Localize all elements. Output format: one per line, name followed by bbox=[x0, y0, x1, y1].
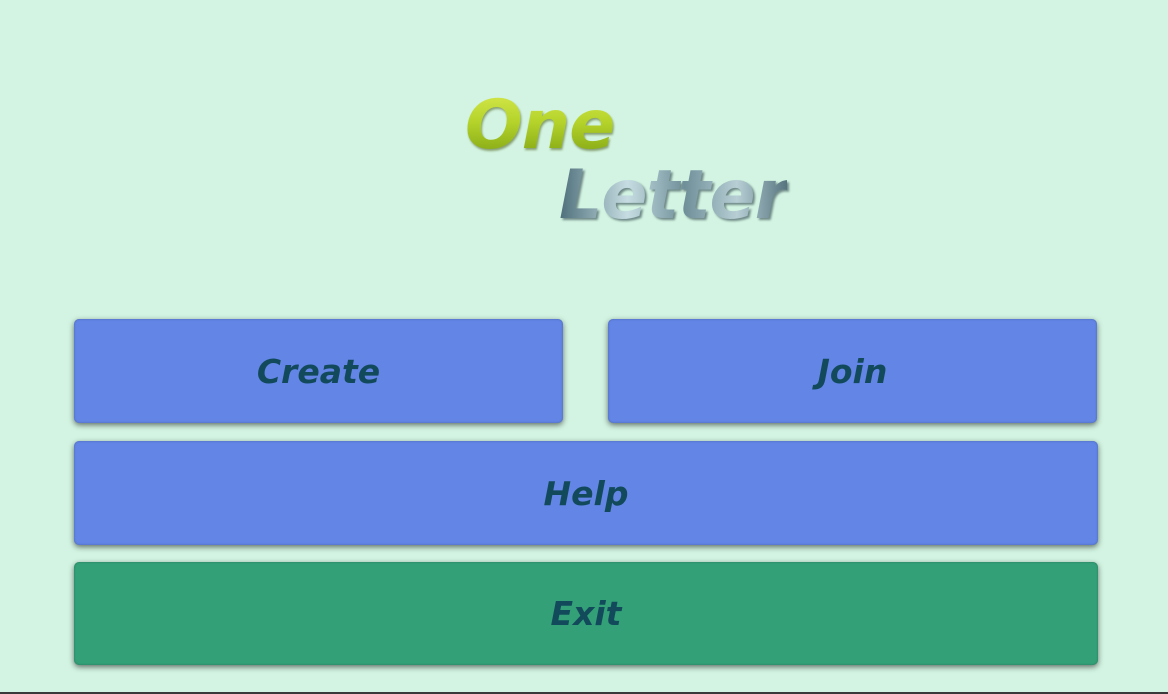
exit-button-label: Exit bbox=[550, 594, 622, 633]
help-button-label: Help bbox=[543, 473, 629, 513]
main-menu-screen: { "logo": { "line1": "One", "line2": "Le… bbox=[0, 0, 1168, 694]
join-button-label: Join bbox=[817, 351, 888, 391]
help-button[interactable]: Help bbox=[74, 441, 1098, 545]
exit-button[interactable]: Exit bbox=[74, 562, 1098, 665]
game-logo: One Letter bbox=[465, 86, 788, 238]
logo-word-letter: Letter bbox=[559, 156, 788, 235]
create-button[interactable]: Create bbox=[74, 319, 563, 423]
create-button-label: Create bbox=[256, 351, 381, 391]
logo-word-one: One bbox=[465, 86, 615, 165]
join-button[interactable]: Join bbox=[608, 319, 1097, 423]
